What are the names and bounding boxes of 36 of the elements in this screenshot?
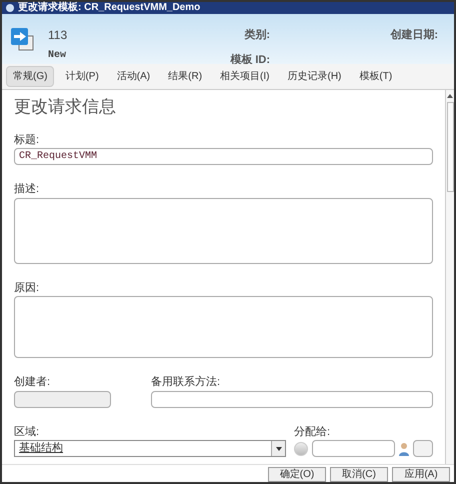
tab[interactable]: 模板(T) [352,66,400,87]
title-field[interactable]: CR_RequestVMM [14,148,433,165]
alt-contact-field[interactable] [151,390,433,408]
tab[interactable]: 结果(R) [161,66,210,87]
scroll-up-arrow-icon[interactable] [447,94,453,98]
tab[interactable]: 计划(P) [58,66,106,87]
request-status: New [48,49,68,63]
reason-field[interactable] [14,296,433,358]
tab[interactable]: 相关项目(I) [213,66,276,87]
arrow-document-icon [10,26,36,52]
scrollbar[interactable] [445,90,454,464]
area-dropdown[interactable]: 基础结构 [14,440,286,457]
tab[interactable]: 历史记录(H) [280,66,348,87]
tab[interactable]: 常规(G) [6,66,54,87]
field-label: 描述: [14,182,40,197]
person-icon[interactable] [399,442,409,456]
created-date-label: 创建日期: [390,28,438,43]
window-title: 更改请求模板: CR_RequestVMM_Demo [18,3,200,13]
section-title: 更改请求信息 [14,96,117,118]
category-label: 类别: [244,28,270,43]
dialog-button[interactable]: 取消(C) [330,467,388,482]
assign-field[interactable] [312,440,395,457]
template-id-label: 模板 ID: [230,52,270,68]
description-field[interactable] [14,198,433,264]
field-label: 原因: [14,280,40,296]
field-label: 备用联系方法: [151,374,222,390]
app-icon [6,4,14,12]
dialog-button[interactable]: 应用(A) [392,467,450,482]
tab[interactable]: 活动(A) [110,66,158,87]
field-label: 区域: [14,424,40,440]
field-label: 创建者: [14,375,52,390]
request-id: 113 [48,27,68,44]
browse-button[interactable] [413,440,433,457]
field-label: 标题: [14,132,40,148]
field-label: 分配给: [294,424,332,440]
dialog-button[interactable]: 确定(O) [268,467,326,482]
